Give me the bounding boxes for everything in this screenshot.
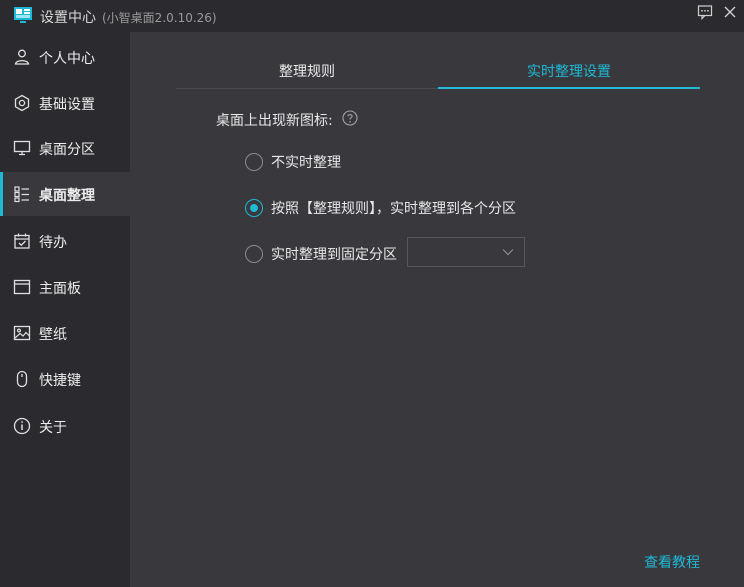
partition-select[interactable]: [407, 237, 525, 267]
settings-window: 设置中心 (小智桌面2.0.10.26) 个人中心 基础设置 桌面分区 桌面整理…: [0, 0, 744, 587]
sidebar-item-main-panel[interactable]: 主面板: [0, 265, 130, 309]
image-icon: [13, 325, 31, 341]
sidebar-item-label: 桌面分区: [39, 142, 95, 158]
help-icon[interactable]: [342, 110, 358, 126]
sidebar-item-personal-center[interactable]: 个人中心: [0, 35, 130, 79]
sidebar-item-shortcuts[interactable]: 快捷键: [0, 357, 130, 401]
sidebar-item-basic-settings[interactable]: 基础设置: [0, 81, 130, 125]
sidebar-item-todo[interactable]: 待办: [0, 219, 130, 263]
sidebar-item-about[interactable]: 关于: [0, 404, 130, 448]
option-label: 按照【整理规则】，实时整理到各个分区: [271, 201, 516, 217]
option-label: 实时整理到固定分区: [271, 247, 397, 263]
view-tutorial-link[interactable]: 查看教程: [644, 552, 700, 572]
user-icon: [14, 49, 30, 65]
window-title: 设置中心 (小智桌面2.0.10.26): [40, 7, 217, 27]
sidebar-item-wallpaper[interactable]: 壁纸: [0, 311, 130, 355]
main-content: 整理规则 实时整理设置 桌面上出现新图标: 不实时整理 按照【整理规则】，实时整…: [130, 32, 744, 587]
radio-by-rules[interactable]: [245, 199, 263, 217]
info-icon: [13, 417, 31, 435]
calendar-check-icon: [14, 233, 30, 249]
sidebar-item-label: 桌面整理: [39, 188, 95, 204]
sidebar-item-label: 关于: [39, 420, 67, 436]
organize-icon: [14, 186, 29, 203]
window-version: (小智桌面2.0.10.26): [102, 11, 217, 25]
sidebar-item-desktop-partition[interactable]: 桌面分区: [0, 126, 130, 170]
new-icon-section-label: 桌面上出现新图标:: [216, 113, 333, 129]
tab-organize-rules[interactable]: 整理规则: [176, 58, 438, 88]
mouse-icon: [16, 370, 28, 388]
sidebar-item-label: 基础设置: [39, 97, 95, 113]
app-logo-icon: [14, 7, 32, 23]
settings-icon: [14, 94, 30, 112]
tab-bar: 整理规则 实时整理设置: [176, 58, 700, 89]
sidebar-item-desktop-organize[interactable]: 桌面整理: [0, 172, 130, 216]
sidebar: 个人中心 基础设置 桌面分区 桌面整理 待办 主面板 壁纸 快捷键 关于: [0, 32, 130, 587]
feedback-icon[interactable]: [697, 4, 713, 20]
option-by-rules[interactable]: 按照【整理规则】，实时整理到各个分区: [245, 197, 516, 219]
sidebar-item-label: 主面板: [39, 281, 81, 297]
option-no-realtime[interactable]: 不实时整理: [245, 151, 341, 173]
panel-icon: [13, 279, 31, 295]
radio-fixed-partition[interactable]: [245, 245, 263, 263]
close-icon[interactable]: [722, 4, 738, 20]
tab-realtime-settings[interactable]: 实时整理设置: [438, 58, 700, 89]
sidebar-item-label: 壁纸: [39, 327, 67, 343]
chevron-down-icon: [502, 249, 514, 256]
window-title-label: 设置中心: [40, 10, 96, 26]
option-fixed-partition[interactable]: 实时整理到固定分区: [245, 243, 397, 265]
title-bar: 设置中心 (小智桌面2.0.10.26): [0, 0, 744, 32]
option-label: 不实时整理: [271, 155, 341, 171]
sidebar-item-label: 待办: [39, 235, 67, 251]
sidebar-item-label: 快捷键: [39, 373, 81, 389]
monitor-icon: [13, 140, 31, 156]
sidebar-item-label: 个人中心: [39, 51, 95, 67]
radio-no-realtime[interactable]: [245, 153, 263, 171]
